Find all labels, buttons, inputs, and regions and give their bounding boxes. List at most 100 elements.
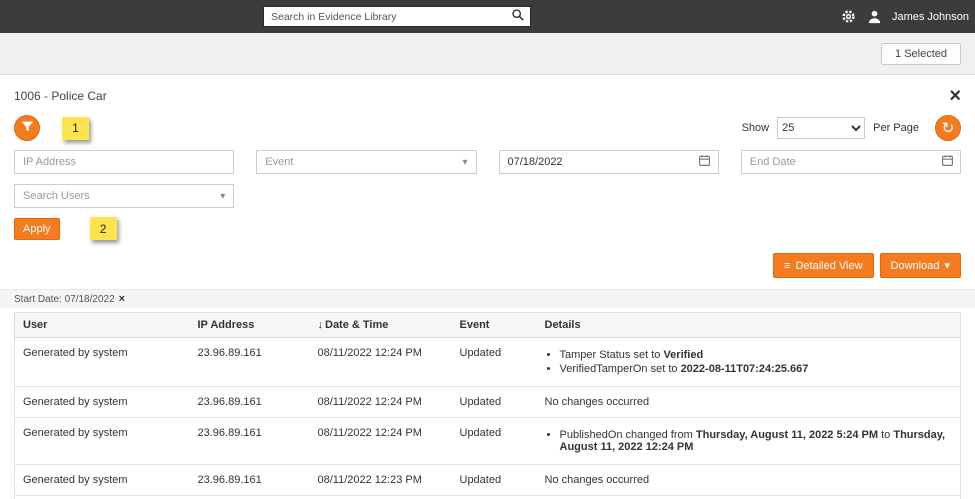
- chevron-down-icon: ▾: [462, 157, 467, 168]
- refresh-button[interactable]: ↻: [935, 115, 961, 141]
- cell-event: Updated: [452, 338, 537, 387]
- table-row: Generated by system202.141.249.21908/11/…: [15, 496, 961, 499]
- cell-event: Updated: [452, 496, 537, 499]
- search-icon: [511, 8, 525, 25]
- search-input[interactable]: [264, 7, 506, 26]
- page-header: 1006 - Police Car ×: [14, 89, 961, 103]
- search-button[interactable]: [506, 7, 530, 26]
- active-filters-strip: Start Date: 07/18/2022 ×: [0, 289, 975, 308]
- col-ip-label: IP Address: [198, 319, 255, 331]
- cell-user: Generated by system: [15, 387, 190, 418]
- topbar-user-area: James Johnson: [840, 0, 973, 33]
- annotation-badge-1: 1: [62, 117, 89, 140]
- apply-row: Apply 2: [14, 217, 961, 240]
- cell-ip-address: 23.96.89.161: [190, 338, 310, 387]
- cell-details: PublishedOn changed from Thursday, Augus…: [537, 418, 961, 465]
- cell-user: Generated by system: [15, 338, 190, 387]
- cell-user: Generated by system: [15, 418, 190, 465]
- detailed-view-button[interactable]: ≡ Detailed View: [773, 253, 873, 278]
- filter-chip: Start Date: 07/18/2022: [14, 294, 115, 305]
- cell-datetime: 08/11/2022 12:24 PM: [310, 418, 452, 465]
- audit-table-head: User IP Address ↓Date & Time Event Detai…: [15, 313, 961, 338]
- end-date-input[interactable]: [742, 156, 934, 168]
- cell-details: No changes occurred: [537, 496, 961, 499]
- header-row: User IP Address ↓Date & Time Event Detai…: [15, 313, 961, 338]
- chevron-down-icon: ▾: [220, 191, 225, 202]
- col-details[interactable]: Details: [537, 313, 961, 338]
- col-event-label: Event: [460, 319, 490, 331]
- start-date-calendar-button[interactable]: [692, 151, 718, 173]
- search-users-dropdown[interactable]: Search Users ▾: [14, 184, 234, 208]
- filter-users-row: Search Users ▾: [14, 184, 961, 208]
- list-icon: ≡: [784, 260, 790, 272]
- user-name[interactable]: James Johnson: [892, 11, 969, 23]
- event-dropdown[interactable]: Event ▾: [256, 150, 476, 174]
- main-content: 1006 - Police Car × 1 Show 25 Per Page: [0, 75, 975, 499]
- cell-event: Updated: [452, 418, 537, 465]
- cell-datetime: 08/11/2022 12:23 PM: [310, 496, 452, 499]
- cell-details: Tamper Status set to VerifiedVerifiedTam…: [537, 338, 961, 387]
- end-date-field: [741, 150, 961, 174]
- selected-count-button[interactable]: 1 Selected: [881, 43, 961, 65]
- download-button[interactable]: Download ▾: [880, 253, 961, 278]
- annotation-badge-2: 2: [90, 217, 117, 240]
- col-user-label: User: [23, 319, 47, 331]
- table-row: Generated by system23.96.89.16108/11/202…: [15, 418, 961, 465]
- refresh-icon: ↻: [942, 121, 955, 136]
- apply-button[interactable]: Apply: [14, 218, 60, 240]
- calendar-icon: [698, 154, 711, 170]
- cell-event: Updated: [452, 465, 537, 496]
- audit-table: User IP Address ↓Date & Time Event Detai…: [14, 312, 961, 499]
- cell-ip-address: 23.96.89.161: [190, 418, 310, 465]
- search-users-placeholder: Search Users: [23, 190, 90, 202]
- col-ip-address[interactable]: IP Address: [190, 313, 310, 338]
- per-page-label: Per Page: [873, 122, 919, 134]
- cell-datetime: 08/11/2022 12:24 PM: [310, 338, 452, 387]
- filter-toolbar: 1 Show 25 Per Page ↻: [14, 115, 961, 141]
- app-window: James Johnson 1 Selected 1006 - Police C…: [0, 0, 975, 499]
- audit-table-body: Generated by system23.96.89.16108/11/202…: [15, 338, 961, 499]
- cell-details: No changes occurred: [537, 465, 961, 496]
- detailed-view-label: Detailed View: [795, 260, 862, 272]
- cell-user: Generated by system: [15, 496, 190, 499]
- user-icon[interactable]: [866, 8, 884, 26]
- chevron-down-icon: ▾: [944, 259, 950, 272]
- table-actions: ≡ Detailed View Download ▾: [14, 253, 961, 278]
- cell-details: No changes occurred: [537, 387, 961, 418]
- start-date-input[interactable]: [500, 156, 692, 168]
- cell-datetime: 08/11/2022 12:23 PM: [310, 465, 452, 496]
- ip-address-input[interactable]: [14, 150, 234, 174]
- download-label: Download: [891, 260, 940, 272]
- table-row: Generated by system23.96.89.16108/11/202…: [15, 387, 961, 418]
- event-dropdown-placeholder: Event: [265, 156, 293, 168]
- col-details-label: Details: [545, 319, 581, 331]
- table-row: Generated by system23.96.89.16108/11/202…: [15, 338, 961, 387]
- cell-event: Updated: [452, 387, 537, 418]
- start-date-field: [499, 150, 719, 174]
- filter-toggle-button[interactable]: [14, 115, 40, 141]
- close-icon[interactable]: ×: [949, 89, 961, 103]
- remove-filter-icon[interactable]: ×: [119, 293, 125, 305]
- show-label: Show: [742, 122, 770, 134]
- cell-ip-address: 23.96.89.161: [190, 387, 310, 418]
- col-user[interactable]: User: [15, 313, 190, 338]
- page-title: 1006 - Police Car: [14, 89, 107, 103]
- per-page-select[interactable]: 25: [777, 117, 865, 139]
- cell-datetime: 08/11/2022 12:24 PM: [310, 387, 452, 418]
- sort-desc-icon: ↓: [318, 319, 324, 331]
- toolbar-right: Show 25 Per Page ↻: [742, 115, 961, 141]
- end-date-calendar-button[interactable]: [934, 151, 960, 173]
- cell-ip-address: 202.141.249.219: [190, 496, 310, 499]
- details-list: Tamper Status set to VerifiedVerifiedTam…: [545, 349, 953, 375]
- toolbar-left: 1: [14, 115, 89, 141]
- col-event[interactable]: Event: [452, 313, 537, 338]
- top-navigation-bar: James Johnson: [0, 0, 975, 33]
- col-date-time[interactable]: ↓Date & Time: [310, 313, 452, 338]
- details-list: PublishedOn changed from Thursday, Augus…: [545, 429, 953, 453]
- details-list-item: VerifiedTamperOn set to 2022-08-11T07:24…: [560, 363, 953, 375]
- settings-icon[interactable]: [840, 8, 858, 26]
- selection-band: 1 Selected: [0, 33, 975, 75]
- filter-fields-row: Event ▾: [14, 150, 961, 174]
- table-row: Generated by system23.96.89.16108/11/202…: [15, 465, 961, 496]
- cell-ip-address: 23.96.89.161: [190, 465, 310, 496]
